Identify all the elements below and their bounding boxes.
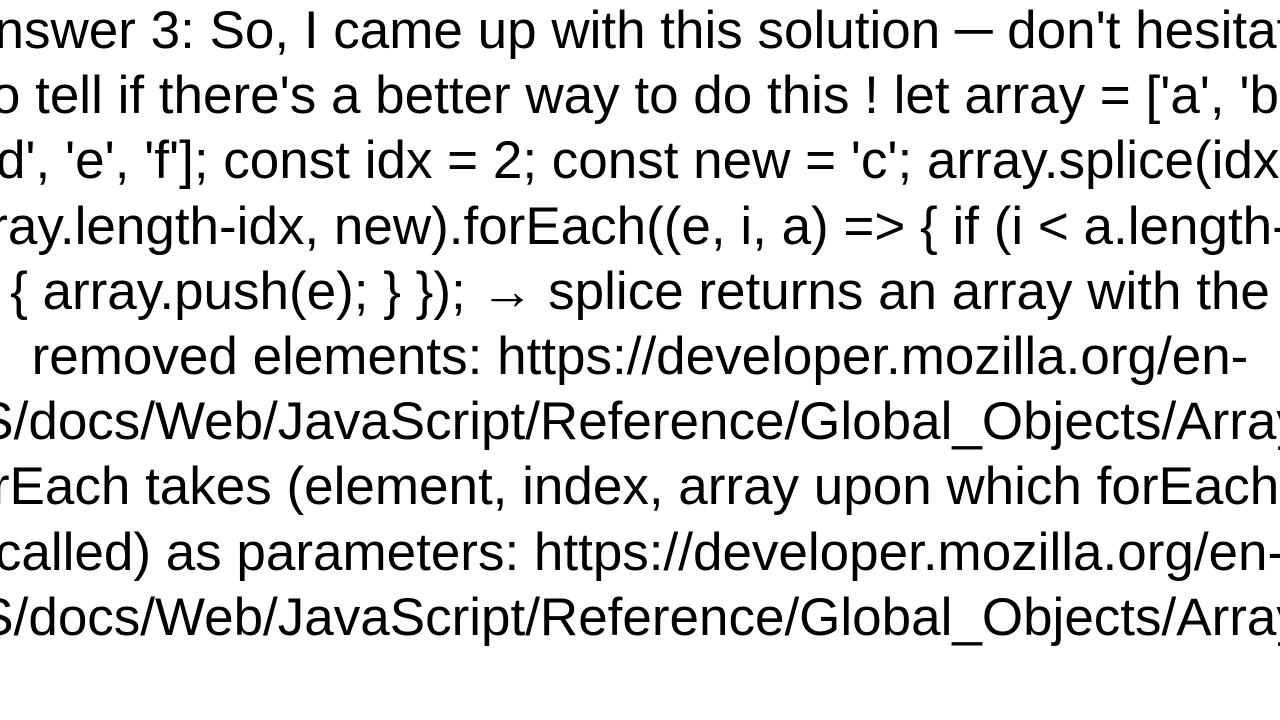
answer-text-block: Answer 3: So, I came up with this soluti… bbox=[0, 0, 1280, 650]
